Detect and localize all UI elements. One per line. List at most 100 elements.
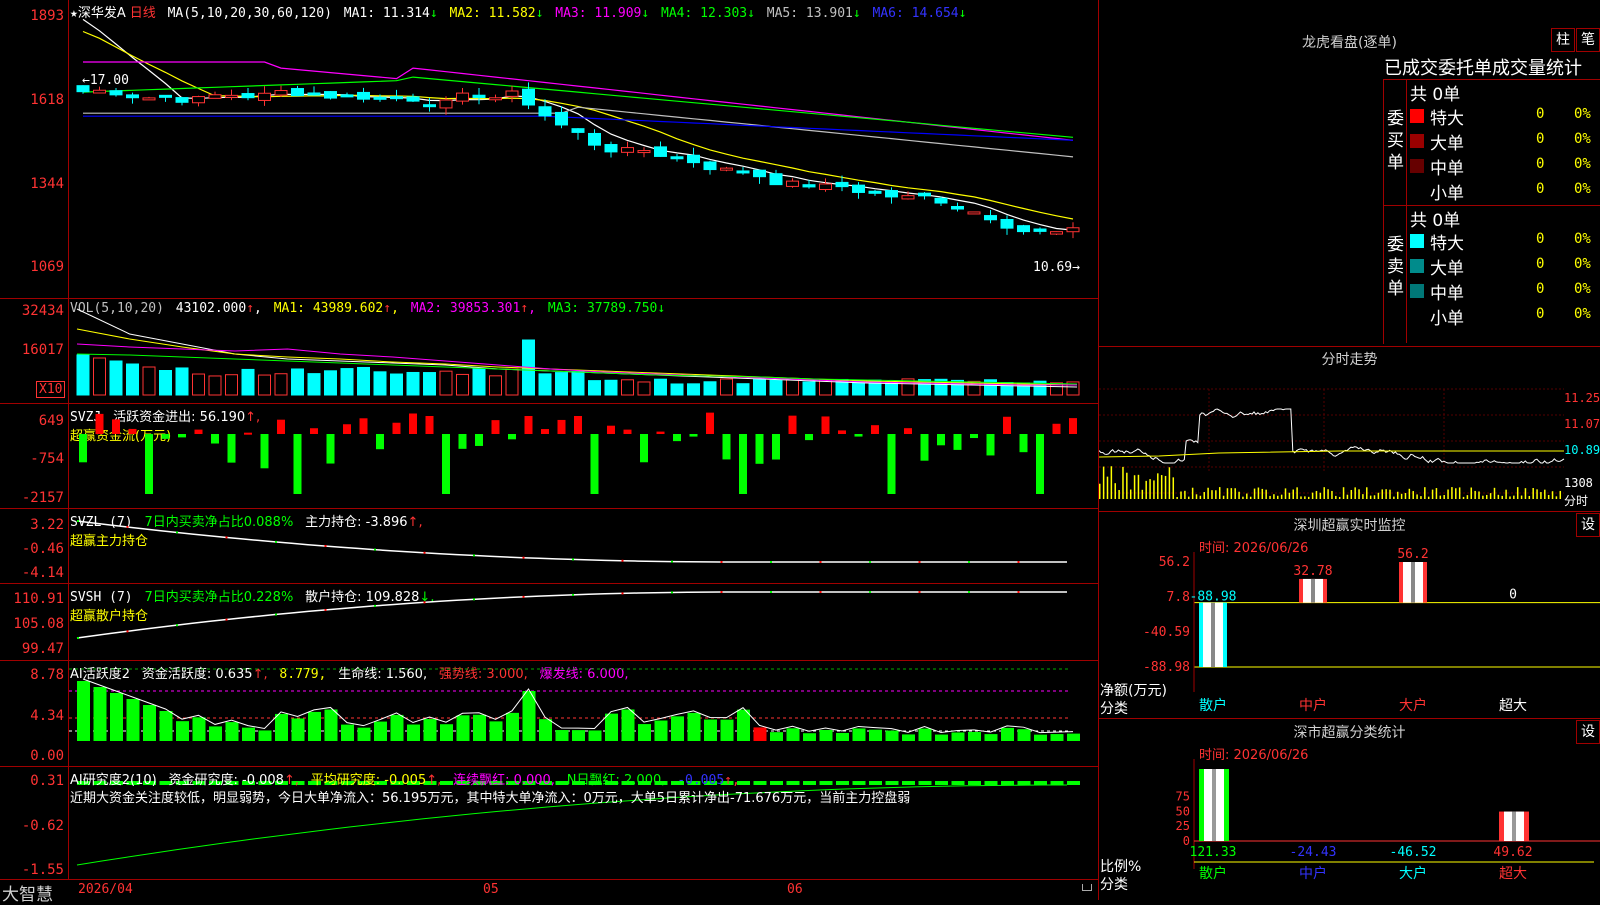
tick-mode-button[interactable]: 笔: [1576, 28, 1600, 52]
date-axis-label: 05: [483, 882, 499, 897]
svzj-bar: [821, 416, 830, 434]
stat-row-percent: 0%: [1574, 306, 1591, 322]
candle-body: [225, 94, 238, 98]
svzl-svg-dot: [720, 560, 723, 563]
intraday-vol-bar: [1168, 467, 1171, 499]
intraday-vol-bar: [1184, 490, 1186, 499]
svsh-tick: 105.08: [13, 616, 64, 632]
candle-body: [555, 111, 568, 126]
research-bar: [902, 781, 915, 785]
svsh-svg-dot: [671, 591, 673, 594]
buy-side-label: 委买单: [1387, 109, 1404, 173]
research-bar: [803, 781, 816, 785]
brand-logo[interactable]: 大智慧: [2, 880, 53, 905]
kline-pane[interactable]: 1893 1618 1344 1069 ★深华发A 日线 MA(5,10,20,3…: [0, 0, 1098, 299]
intraday-vol-bar: [1466, 495, 1469, 499]
volume-chart[interactable]: [69, 299, 1098, 403]
ai-activity-bar: [456, 715, 470, 741]
svsh-pane[interactable]: 110.91 105.08 99.47 SVSH (7) 7日内买卖净占比0.2…: [0, 584, 1098, 661]
svzl-svg-dot: [770, 561, 772, 563]
ai-activity-bar: [77, 681, 90, 741]
intraday-vol-bar: [1307, 496, 1310, 499]
intraday-panel[interactable]: 分时走势 11.25 11.07 10.89 1308 分时: [1099, 347, 1600, 512]
class-bar-shade: [1512, 811, 1516, 841]
candle-body: [439, 99, 453, 109]
svzj-bar: [293, 434, 302, 494]
kline-chart[interactable]: [69, 0, 1098, 298]
research-bar: [885, 781, 899, 785]
volume-bar: [225, 374, 238, 396]
stat-row-value: 0: [1536, 231, 1545, 247]
svzl-axis: 3.22 -0.46 -4.14: [0, 509, 69, 583]
ai-activity-bar: [935, 734, 948, 741]
candle-body: [753, 169, 766, 178]
bar-mode-button[interactable]: 柱: [1551, 28, 1575, 52]
stat-row-value: 0: [1536, 256, 1545, 272]
research-bar: [935, 781, 948, 785]
research-bar: [753, 781, 767, 785]
volume-tick: 32434: [21, 303, 64, 319]
svzj-bar: [920, 434, 929, 461]
volume-bar: [241, 368, 255, 396]
volume-bar: [76, 354, 90, 396]
intraday-vol-bar: [1338, 496, 1341, 499]
class-tick: 25: [1176, 819, 1190, 833]
monitor-category-label: 超大: [1499, 698, 1527, 714]
svzj-pane[interactable]: 649 -754 -2157 SVZJ 活跃资金进出: 56.190↑, 超赢资…: [0, 404, 1098, 509]
ai-tick: 8.78: [30, 667, 64, 683]
ai-activity-chart[interactable]: [69, 661, 1098, 766]
dragon-tiger-panel: 龙虎看盘(逐单) 柱 笔 已成交委托单成交量统计 委买单 委卖单 共 0单 共 …: [1099, 0, 1600, 347]
intraday-vol-bar: [1362, 494, 1364, 499]
svzj-bar: [376, 434, 384, 450]
ai-activity-bar: [539, 719, 552, 741]
stat-row-label: 小单: [1430, 309, 1464, 329]
ai2-tick: -1.55: [21, 862, 64, 878]
ai-activity-pane[interactable]: 8.78 4.34 0.00 AI活跃度2 资金活跃度: 0.635↑, 8.7…: [0, 661, 1098, 767]
svzl-svg-line: [76, 520, 1067, 563]
svsh-axis: 110.91 105.08 99.47: [0, 584, 69, 660]
svzj-bar: [359, 418, 368, 434]
volume-unit-badge: X10: [36, 381, 66, 398]
svsh-svg-dot: [225, 618, 228, 621]
volume-bar: [786, 378, 799, 396]
svzl-svg-dot: [621, 559, 624, 562]
svsh-svg-dot: [1017, 591, 1020, 593]
candle-body: [736, 170, 750, 174]
candle-body: [472, 94, 486, 99]
svzj-bar: [854, 434, 863, 437]
sz-monitor-panel[interactable]: 深圳超赢实时监控 设 时间: 2026/06/26 56.2 7.8 -40.59-…: [1099, 512, 1600, 719]
intraday-vol-bar: [1261, 488, 1264, 499]
research-bar: [968, 781, 981, 785]
svzj-bar: [557, 419, 566, 434]
svzj-bar: [590, 434, 599, 494]
svzl-pane[interactable]: 3.22 -0.46 -4.14 SVZL (7) 7日内买卖净占比0.088%…: [0, 509, 1098, 584]
intraday-vol-bar: [1114, 483, 1116, 499]
sell-side-label: 委卖单: [1387, 235, 1404, 299]
sz-class-panel[interactable]: 深市超赢分类统计 设 时间: 2026/06/26 75 50 25 0 121.33 散…: [1099, 719, 1600, 900]
candle-body: [984, 215, 997, 221]
ai-activity-bar: [687, 712, 701, 741]
intraday-chart[interactable]: [1099, 371, 1600, 511]
monitor-value-label: 0: [1509, 588, 1517, 603]
class-bar-shade: [1212, 769, 1216, 841]
volume-bar: [291, 368, 304, 396]
monitor-value-label: 32.78: [1293, 564, 1332, 579]
candle-body: [340, 94, 354, 98]
ai-research-pane[interactable]: 0.31 -0.62 -1.55 AI研究度2(10) 资金研究度: -0.00…: [0, 767, 1098, 880]
ai-activity-bar: [225, 722, 239, 741]
footer-bar: 大智慧 2026/04 05 06: [0, 880, 1098, 905]
svsh-chart[interactable]: [69, 584, 1098, 660]
lock-icon[interactable]: [1082, 884, 1092, 891]
svzj-bar: [260, 434, 269, 469]
svzl-chart[interactable]: [69, 509, 1098, 583]
intraday-vol-bar: [1412, 491, 1414, 499]
volume-pane[interactable]: 32434 16017 X10 VOL(5,10,20) 43102.000↑,…: [0, 299, 1098, 404]
intraday-vol-bar: [1385, 489, 1387, 499]
svzj-chart[interactable]: [69, 404, 1098, 508]
research-bar: [819, 781, 833, 785]
volume-bar: [192, 373, 205, 396]
sell-total: 共 0单: [1410, 211, 1461, 231]
research-bar: [1017, 781, 1031, 785]
volume-bar: [637, 381, 651, 396]
svzj-bar: [112, 419, 120, 434]
